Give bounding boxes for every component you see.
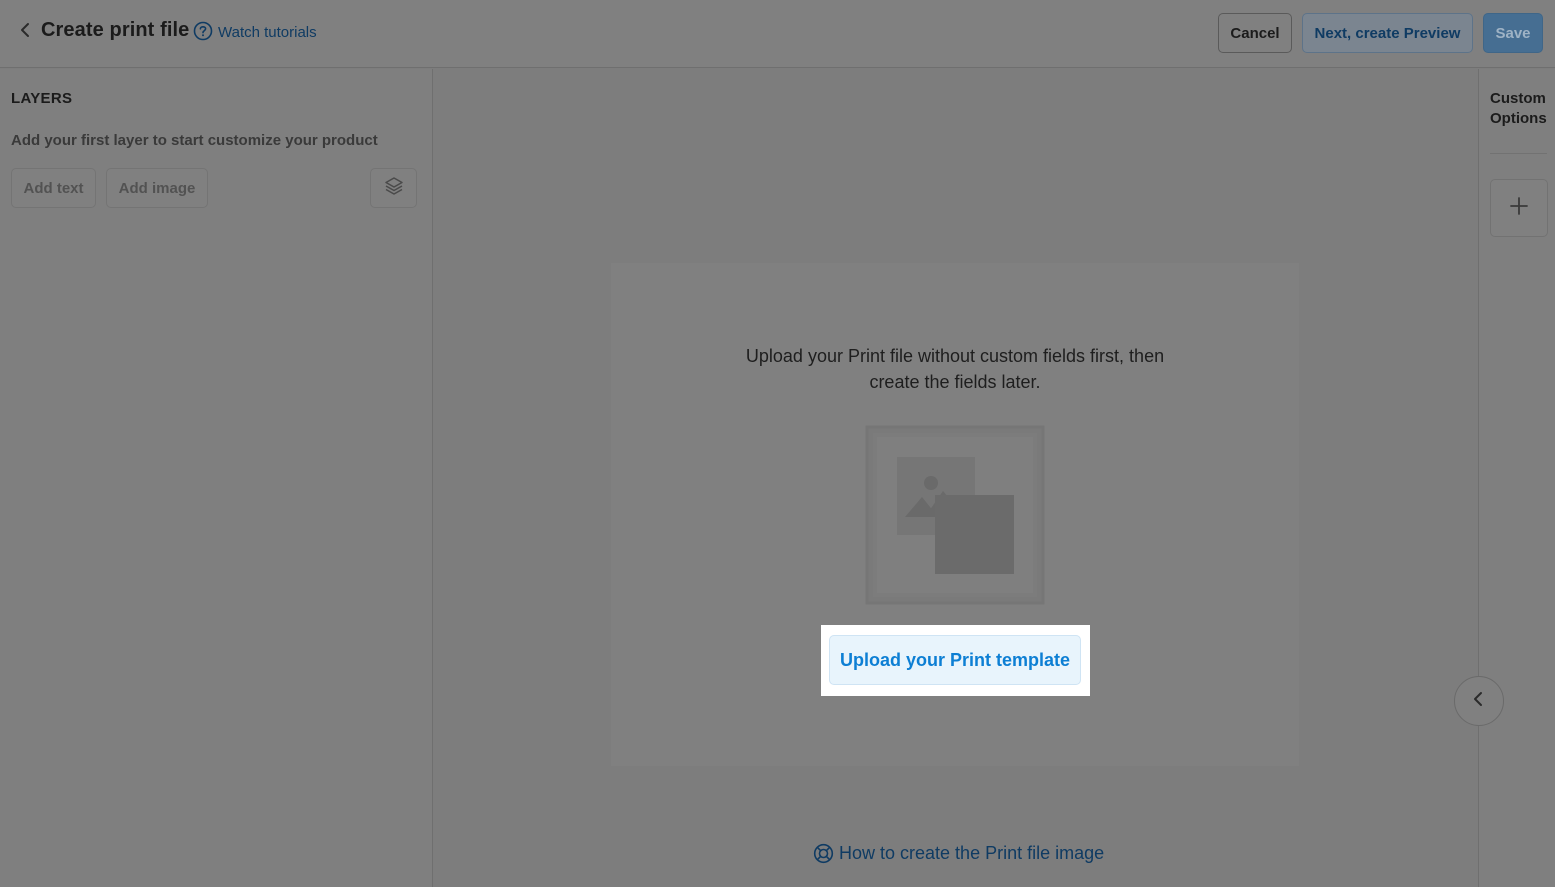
add-text-button[interactable]: Add text — [11, 168, 96, 208]
layers-panel: LAYERS Add your first layer to start cus… — [0, 69, 433, 887]
add-image-button[interactable]: Add image — [106, 168, 208, 208]
page-title: Create print file — [41, 19, 190, 41]
layers-icon — [383, 175, 405, 201]
layers-toggle-button[interactable] — [370, 168, 417, 208]
collapse-panel-button[interactable] — [1454, 676, 1504, 726]
custom-options-heading: Custom Options — [1490, 90, 1547, 127]
upload-print-template-button[interactable]: Upload your Print template — [829, 635, 1081, 685]
top-bar: Create print file Watch tutorials Cancel… — [0, 0, 1555, 68]
cancel-button[interactable]: Cancel — [1218, 13, 1292, 53]
save-button[interactable]: Save — [1483, 13, 1543, 53]
lifebuoy-icon — [813, 843, 834, 864]
upload-instructions-line1: Upload your Print file without custom fi… — [745, 346, 1165, 366]
add-custom-option-button[interactable] — [1490, 179, 1548, 237]
custom-options-panel: Custom Options — [1478, 69, 1555, 887]
custom-options-divider — [1490, 153, 1547, 154]
upload-instructions: Upload your Print file without custom fi… — [611, 343, 1299, 395]
chevron-left-icon — [1472, 691, 1486, 712]
layers-hint-text: Add your first layer to start customize … — [11, 132, 378, 149]
watch-tutorials-link[interactable]: Watch tutorials — [218, 24, 317, 41]
howto-link-text: How to create the Print file image — [839, 842, 1105, 863]
back-chevron-icon[interactable] — [18, 20, 34, 40]
layers-heading: LAYERS — [11, 90, 73, 107]
image-placeholder-icon — [865, 425, 1045, 605]
next-create-preview-button[interactable]: Next, create Preview — [1302, 13, 1473, 53]
upload-instructions-line2: create the fields later. — [869, 372, 1041, 392]
howto-print-file-link[interactable]: How to create the Print file image — [813, 841, 1104, 865]
plus-icon — [1509, 196, 1529, 221]
help-circle-icon[interactable] — [193, 21, 213, 41]
